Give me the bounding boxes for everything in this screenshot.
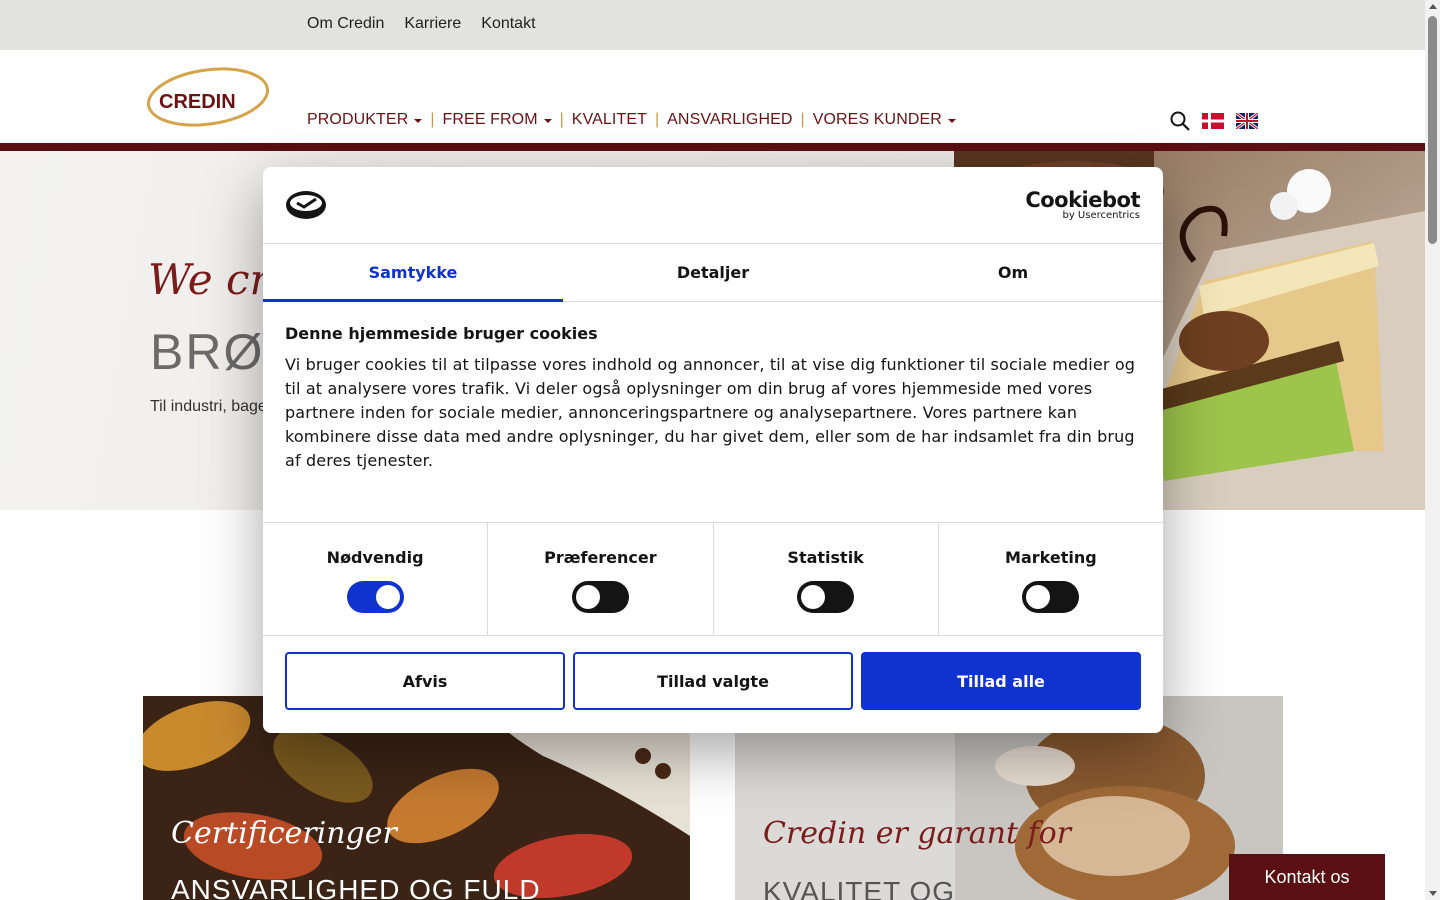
nav-produkter[interactable]: PRODUKTER — [307, 111, 423, 129]
card-title: ANSVARLIGHED OG FULD — [171, 874, 541, 900]
dialog-actions: Afvis Tillad valgte Tillad alle — [263, 636, 1163, 726]
chevron-down-icon — [947, 119, 956, 123]
toggle-nodvendig[interactable] — [346, 581, 404, 613]
dialog-tabs: Samtykke Detaljer Om — [263, 244, 1163, 302]
scroll-up-arrow-icon[interactable] — [1429, 4, 1437, 9]
tab-samtykke[interactable]: Samtykke — [263, 244, 563, 302]
page-scrollbar[interactable] — [1425, 0, 1440, 900]
contact-us-button[interactable]: Kontakt os — [1229, 854, 1385, 900]
category-praeferencer: Præferencer — [488, 523, 714, 635]
nav-vores-kunder[interactable]: VORES KUNDER — [813, 111, 956, 129]
category-label: Marketing — [1005, 548, 1097, 567]
nav-produkter-label: PRODUKTER — [307, 111, 409, 128]
utility-links: Om Credin Karriere Kontakt — [307, 15, 536, 33]
header-icons — [1170, 111, 1258, 131]
toggle-knob — [575, 585, 600, 609]
brand-name: Cookiebot — [1025, 188, 1140, 212]
toggle-praeferencer[interactable] — [571, 581, 629, 613]
hero-subtitle: Til industri, bage — [150, 398, 267, 415]
nav-free-from-label: FREE FROM — [442, 111, 538, 128]
nav-kvalitet-label: KVALITET — [571, 111, 647, 128]
credin-logo[interactable]: CREDIN — [145, 66, 271, 128]
toggle-knob — [1026, 585, 1051, 609]
deny-button[interactable]: Afvis — [285, 652, 565, 710]
nav-free-from[interactable]: FREE FROM — [443, 111, 552, 129]
cookie-categories: Nødvendig Præferencer Statistik Marketin… — [263, 523, 1163, 636]
nav-ansvarlighed-label: ANSVARLIGHED — [667, 111, 793, 128]
tab-detaljer[interactable]: Detaljer — [563, 244, 863, 301]
chevron-down-icon — [543, 119, 552, 123]
category-label: Statistik — [787, 548, 864, 567]
nav-vores-kunder-label: VORES KUNDER — [812, 111, 942, 128]
card-script-text: Certificeringer — [171, 816, 397, 851]
search-icon[interactable] — [1170, 111, 1190, 131]
dialog-description: Vi bruger cookies til at tilpasse vores … — [285, 355, 1136, 470]
nav-separator: | — [800, 111, 805, 128]
danish-flag-icon[interactable] — [1202, 113, 1224, 129]
dialog-heading: Denne hjemmeside bruger cookies — [285, 324, 598, 343]
scrollbar-thumb[interactable] — [1428, 16, 1437, 244]
allow-all-button[interactable]: Tillad alle — [861, 652, 1141, 710]
card-title: KVALITET OG — [763, 876, 956, 900]
top-utility-bar: Om Credin Karriere Kontakt — [0, 0, 1425, 50]
category-statistik: Statistik — [714, 523, 939, 635]
category-label: Nødvendig — [326, 548, 424, 567]
chevron-down-icon — [414, 119, 423, 123]
dialog-header: Cookiebot by Usercentrics — [263, 167, 1163, 244]
category-label: Præferencer — [544, 548, 657, 567]
category-nodvendig: Nødvendig — [263, 523, 489, 635]
dialog-body: Denne hjemmeside bruger cookies Vi bruge… — [263, 302, 1163, 523]
toggle-marketing[interactable] — [1022, 581, 1080, 613]
toggle-knob — [801, 585, 826, 609]
cookiebot-brand[interactable]: Cookiebot by Usercentrics — [1025, 190, 1140, 222]
header-divider — [0, 143, 1425, 151]
toggle-knob — [375, 585, 400, 609]
toggle-statistik[interactable] — [797, 581, 855, 613]
nav-ansvarlighed[interactable]: ANSVARLIGHED — [667, 111, 792, 129]
tab-om[interactable]: Om — [863, 244, 1163, 301]
scroll-down-arrow-icon[interactable] — [1429, 891, 1437, 896]
allow-selected-button[interactable]: Tillad valgte — [573, 652, 853, 710]
nav-kvalitet[interactable]: KVALITET — [572, 111, 647, 129]
main-nav: PRODUKTER | FREE FROM | KVALITET | ANSVA… — [307, 111, 956, 129]
logo-text: CREDIN — [159, 91, 236, 113]
link-karriere[interactable]: Karriere — [404, 15, 461, 33]
category-marketing: Marketing — [939, 523, 1163, 635]
uk-flag-icon[interactable] — [1236, 113, 1258, 129]
cookie-icon — [286, 191, 326, 219]
nav-separator: | — [430, 111, 435, 128]
link-kontakt[interactable]: Kontakt — [481, 15, 535, 33]
nav-separator: | — [655, 111, 660, 128]
nav-separator: | — [559, 111, 564, 128]
site-header: CREDIN PRODUKTER | FREE FROM | KVALITET … — [0, 50, 1425, 143]
link-om-credin[interactable]: Om Credin — [307, 15, 384, 33]
cookie-consent-dialog: Cookiebot by Usercentrics Samtykke Detal… — [263, 167, 1163, 733]
card-script-text: Credin er garant for — [763, 816, 1072, 851]
